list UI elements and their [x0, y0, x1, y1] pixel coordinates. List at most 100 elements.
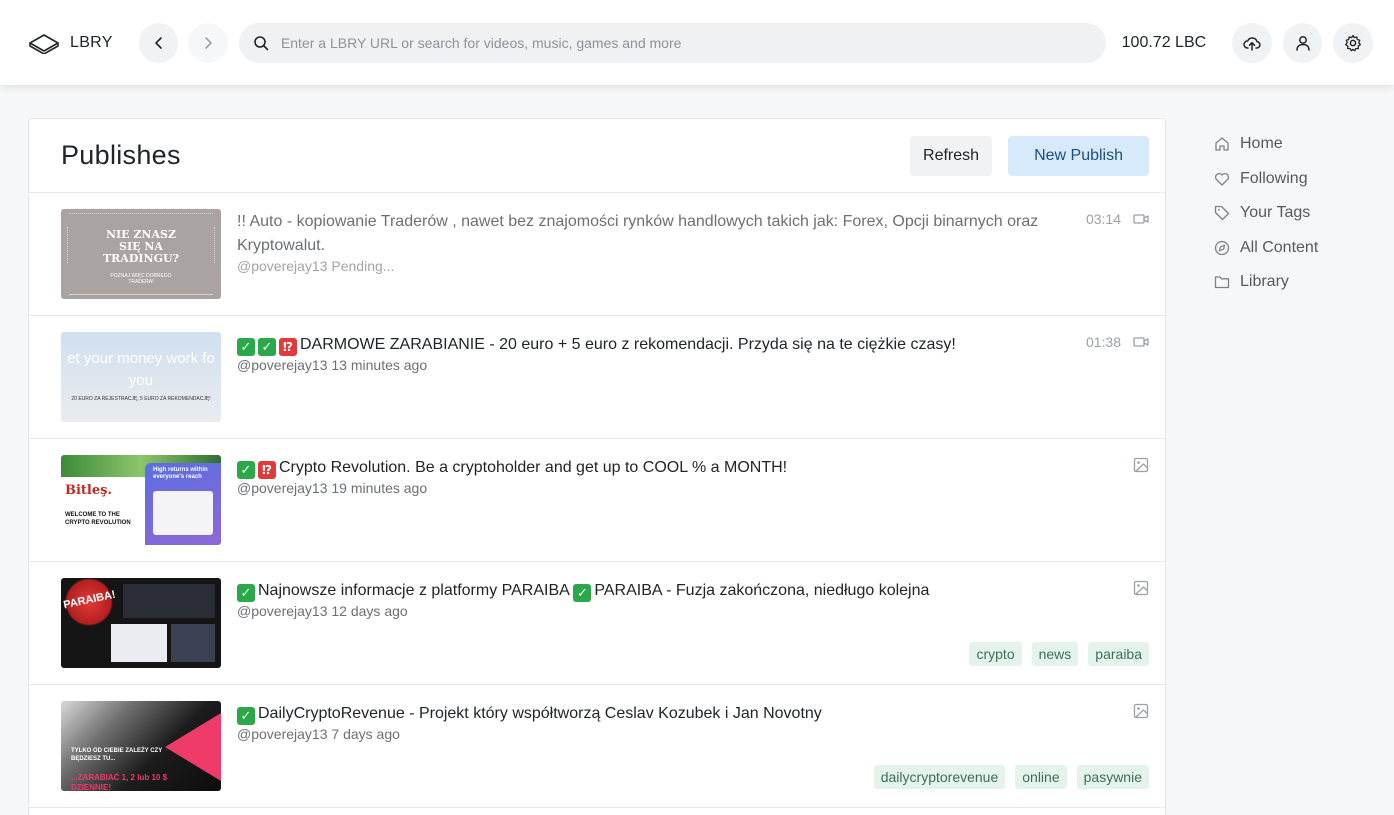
publish-meta: @poverejay13 13 minutes ago [237, 357, 1069, 373]
thumbnail-subtext: ...ZARABIAĆ 1, 2 lub 10 $ DZIENNIE! [71, 773, 168, 791]
thumbnail[interactable]: PARAIBA! [61, 578, 221, 668]
logo-text: LBRY [70, 33, 113, 51]
thumbnail[interactable]: TYLKO OD CIEBIE ZALEŻY CZY BĘDZIESZ TU..… [61, 701, 221, 791]
sidebar-item-home[interactable]: Home [1214, 127, 1384, 162]
tag[interactable]: dailycryptorevenue [873, 765, 1006, 789]
image-icon [1133, 580, 1149, 596]
tag[interactable]: pasywnie [1076, 765, 1149, 789]
chevron-right-icon [205, 36, 212, 49]
channel-name[interactable]: @poverejay13 [237, 357, 328, 373]
publish-info: ✓ DailyCryptoRevenue - Projekt który wspó… [237, 701, 1149, 807]
cloud-upload-icon [1243, 36, 1261, 51]
tag-list: crypto news paraiba [959, 642, 1149, 666]
thumbnail[interactable]: Bitleş. WELCOME TO THE CRYPTO REVOLUTION… [61, 455, 221, 545]
publish-meta: @poverejay13 Pending... [237, 258, 1069, 274]
gear-icon [1345, 34, 1362, 51]
publish-title[interactable]: ✓ DailyCryptoRevenue - Projekt który wspó… [237, 702, 1069, 726]
check-emoji-icon: ✓ [237, 707, 255, 725]
sidebar-item-label: Your Tags [1240, 204, 1311, 222]
refresh-button[interactable]: Refresh [910, 135, 993, 176]
sidebar-item-your-tags[interactable]: Your Tags [1214, 196, 1384, 231]
search-input[interactable] [280, 34, 1092, 51]
channel-name[interactable]: @poverejay13 [237, 480, 328, 496]
publish-title-text: Najnowsze informacje z platformy PARAIBA [258, 582, 569, 599]
publish-upload-button[interactable] [1232, 22, 1272, 63]
forward-button[interactable] [188, 22, 228, 63]
media-info [1121, 580, 1149, 596]
page-title: Publishes [61, 140, 181, 170]
publish-row[interactable]: et your money work fo you 20 EURO ZA REJ… [29, 316, 1165, 439]
thumbnail-subtext: POZNAJ WIĘC DOBREGO TRADERA! [110, 273, 172, 285]
sidebar-item-label: Home [1240, 135, 1283, 153]
video-duration: 01:38 [1085, 334, 1121, 350]
publishes-header: Publishes Refresh New Publish [29, 119, 1165, 193]
image-icon [1133, 703, 1149, 719]
media-info: 01:38 [1086, 334, 1149, 350]
search-bar[interactable] [238, 22, 1106, 63]
search-icon [254, 35, 269, 50]
channel-name[interactable]: @poverejay13 [237, 258, 328, 274]
check-emoji-icon: ✓ [237, 584, 255, 602]
check-emoji-icon: ✓ [258, 338, 276, 356]
back-button[interactable] [138, 22, 179, 63]
channel-name[interactable]: @poverejay13 [237, 603, 328, 619]
home-icon [1215, 137, 1229, 151]
publish-title[interactable]: ✓ ✓ ⁉ DARMOWE ZARABIANIE - 20 euro + 5 euro… [237, 333, 1069, 357]
thumbnail-text: et your money work fo you [67, 350, 215, 389]
thumbnail-subtext: 20 EURO ZA REJESTRACJĘ, 5 EURO ZA REKOME… [71, 396, 211, 402]
tag-icon [1214, 206, 1230, 221]
tag[interactable]: crypto [969, 642, 1022, 666]
channel-name[interactable]: @poverejay13 [237, 726, 328, 742]
publish-row[interactable]: NIE ZNASZ SIĘ NA TRADINGU? POZNAJ WIĘC D… [29, 193, 1165, 316]
publish-info: ✓ ⁉ Crypto Revolution. Be a cryptoholder a… [237, 455, 1149, 561]
check-emoji-icon: ✓ [573, 584, 592, 602]
compass-icon [1214, 240, 1230, 255]
tag-list: dailycryptorevenue online pasywnie [864, 765, 1149, 789]
publishes-card: Publishes Refresh New Publish NIE ZNASZ … [28, 118, 1166, 815]
publish-status: 7 days ago [331, 726, 400, 742]
tag[interactable]: news [1031, 642, 1079, 666]
folder-icon [1214, 276, 1230, 289]
video-icon [1133, 337, 1149, 347]
sidebar-item-label: All Content [1240, 238, 1319, 256]
publish-status: Pending... [331, 258, 395, 274]
wallet-balance[interactable]: 100.72 LBC [1122, 34, 1207, 52]
top-header: LBRY 100.72 LBC [0, 0, 1394, 85]
account-button[interactable] [1282, 22, 1323, 63]
thumbnail[interactable]: NIE ZNASZ SIĘ NA TRADINGU? POZNAJ WIĘC D… [61, 209, 221, 299]
publish-row[interactable]: TYLKO OD CIEBIE ZALEŻY CZY BĘDZIESZ TU..… [29, 685, 1165, 808]
check-emoji-icon: ✓ [237, 461, 255, 479]
new-publish-button[interactable]: New Publish [1008, 135, 1149, 176]
thumbnail[interactable]: et your money work fo you 20 EURO ZA REJ… [61, 332, 221, 422]
publish-status: 13 minutes ago [331, 357, 428, 373]
media-info [1121, 457, 1149, 473]
lbry-logo[interactable]: LBRY [28, 23, 113, 63]
sidebar-nav: Home Following Your Tags All Content Lib… [1214, 127, 1384, 300]
publish-title-text: Crypto Revolution. Be a cryptoholder and… [279, 459, 788, 476]
sidebar-item-label: Library [1240, 273, 1289, 291]
media-info: 03:14 [1086, 211, 1149, 227]
sidebar-item-all-content[interactable]: All Content [1214, 231, 1384, 266]
tag[interactable]: paraiba [1088, 642, 1149, 666]
image-icon [1133, 457, 1149, 473]
publish-title[interactable]: ✓ ⁉ Crypto Revolution. Be a cryptoholder a… [237, 456, 1069, 480]
thumbnail-text: NIE ZNASZ SIĘ NA TRADINGU? [102, 228, 180, 265]
sidebar-item-library[interactable]: Library [1214, 265, 1384, 300]
sidebar-item-following[interactable]: Following [1214, 162, 1384, 197]
thumbnail-text: Bitleş. [65, 483, 112, 498]
publish-title-text-b: PARAIBA - Fuzja zakończona, niedługo kol… [594, 582, 930, 599]
video-duration: 03:14 [1085, 211, 1121, 227]
thumbnail-card-text: High returns within everyone's reach [153, 467, 208, 480]
exclamation-question-icon: ⁉ [258, 461, 276, 479]
publish-title[interactable]: ✓ Najnowsze informacje z platformy PARAIB… [237, 579, 1069, 603]
publish-row[interactable]: PARAIBA! ✓ Najnowsze informacje z platfor… [29, 562, 1165, 685]
tag[interactable]: online [1015, 765, 1067, 789]
exclamation-question-icon: ⁉ [279, 338, 297, 356]
sidebar-item-label: Following [1240, 169, 1308, 187]
publish-title[interactable]: !! Auto - kopiowanie Traderów , nawet be… [237, 210, 1069, 258]
settings-button[interactable] [1333, 22, 1373, 63]
publish-info: !! Auto - kopiowanie Traderów , nawet be… [237, 209, 1149, 315]
video-icon [1133, 214, 1149, 224]
heart-icon [1214, 172, 1230, 186]
publish-row[interactable]: Bitleş. WELCOME TO THE CRYPTO REVOLUTION… [29, 439, 1165, 562]
